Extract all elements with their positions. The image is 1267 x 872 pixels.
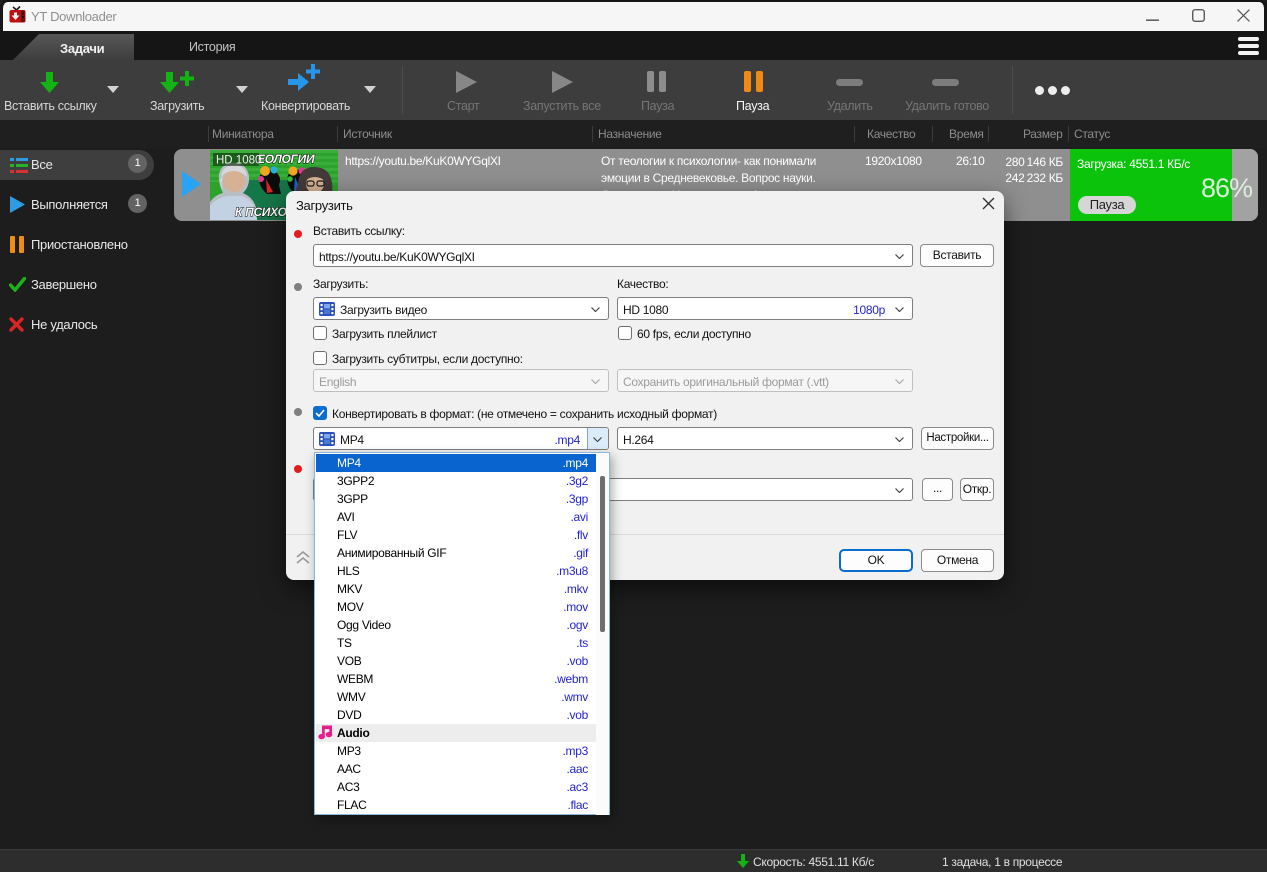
svg-text:HD 1080: HD 1080 <box>216 155 261 167</box>
svg-text:ЕОЛОГИИ: ЕОЛОГИИ <box>257 152 315 166</box>
